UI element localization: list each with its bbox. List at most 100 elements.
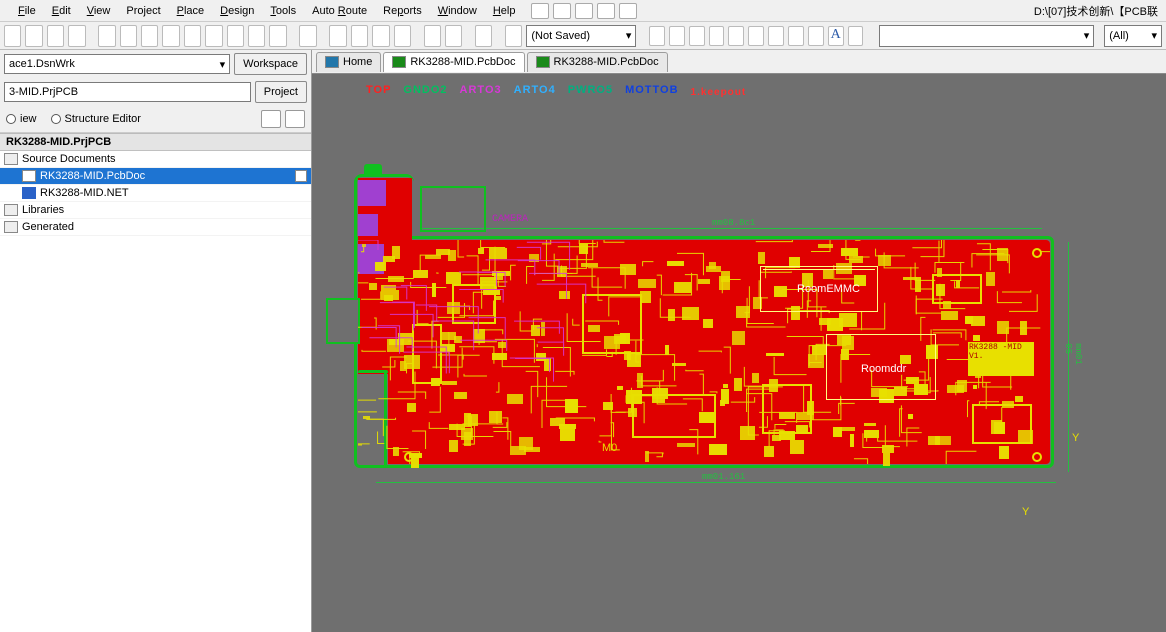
menu-reports[interactable]: Reports xyxy=(375,3,430,19)
radio-icon xyxy=(51,114,61,124)
layer-keep: 1.keepout xyxy=(691,87,747,98)
via-icon[interactable] xyxy=(728,26,744,46)
room-emmc-label: RoomEMMC xyxy=(797,283,860,295)
menu-window[interactable]: Window xyxy=(430,3,485,19)
tool-17-icon[interactable] xyxy=(394,25,411,47)
workspace-button[interactable]: Workspace xyxy=(234,53,307,75)
marker-m0: M0 xyxy=(602,442,617,454)
menu-autoroute[interactable]: Auto Route xyxy=(304,3,375,19)
doc-tab[interactable]: Home xyxy=(316,52,381,72)
layer-gnd: GNDO2 xyxy=(403,84,447,98)
radio-fileview[interactable]: iew xyxy=(6,113,37,125)
tree-item[interactable]: Libraries xyxy=(0,202,311,219)
dim-bottom-label: mm01.161 xyxy=(702,472,745,482)
toolbar: (Not Saved) ▾ A ▾ (All) ▾ xyxy=(0,22,1166,50)
pcb-icon xyxy=(536,56,550,68)
menu-help[interactable]: Help xyxy=(485,3,524,19)
filter-combo[interactable]: (All) ▾ xyxy=(1104,25,1162,47)
tool-15-icon[interactable] xyxy=(351,25,368,47)
project-button[interactable]: Project xyxy=(255,81,307,103)
filter-icon[interactable] xyxy=(531,3,549,19)
dim-top-label: mm08.8c1 xyxy=(712,218,755,228)
doc-tab-label: RK3288-MID.PcbDoc xyxy=(410,56,515,68)
tool-new-icon[interactable] xyxy=(4,25,21,47)
fill-icon[interactable] xyxy=(768,26,784,46)
tool-5-icon[interactable] xyxy=(98,25,115,47)
project-field[interactable]: 3-MID.PrjPCB xyxy=(4,82,251,102)
tool-13-icon[interactable] xyxy=(269,25,286,47)
dropdown1-icon[interactable] xyxy=(553,3,571,19)
tree-item-label: Libraries xyxy=(22,204,64,216)
rect-icon[interactable] xyxy=(808,26,824,46)
menu-place[interactable]: Place xyxy=(169,3,213,19)
project-value: 3-MID.PrjPCB xyxy=(9,86,78,98)
dropdown4-icon[interactable] xyxy=(619,3,637,19)
tool-14-icon[interactable] xyxy=(299,25,316,47)
filter-combo-text: (All) xyxy=(1109,30,1129,42)
doc-tab[interactable]: RK3288-MID.PcbDoc xyxy=(527,52,668,72)
menu-project[interactable]: Project xyxy=(118,3,168,19)
net-combo[interactable]: ▾ xyxy=(879,25,1094,47)
tool-9-icon[interactable] xyxy=(184,25,201,47)
poly-icon[interactable] xyxy=(788,26,804,46)
document-tabs: Home RK3288-MID.PcbDoc RK3288-MID.PcbDoc xyxy=(312,50,1166,74)
tree-item[interactable]: RK3288-MID.NET xyxy=(0,185,311,202)
tree-item[interactable]: Source Documents xyxy=(0,151,311,168)
tree-header[interactable]: RK3288-MID.PrjPCB xyxy=(0,134,311,151)
route-1-icon[interactable] xyxy=(649,26,665,46)
panel-btn1-icon[interactable] xyxy=(261,110,281,128)
tool-save-icon[interactable] xyxy=(47,25,64,47)
layer-art3: ARTO3 xyxy=(460,84,502,98)
chevron-down-icon: ▾ xyxy=(1151,29,1157,42)
tool-11-icon[interactable] xyxy=(227,25,244,47)
arc-icon[interactable] xyxy=(748,26,764,46)
pcb-canvas[interactable]: TOP GNDO2 ARTO3 ARTO4 PWRO5 MOTTOB 1.kee… xyxy=(312,74,1166,632)
layer-pwr: PWRO5 xyxy=(568,84,613,98)
menu-bar: File Edit View Project Place Design Tool… xyxy=(0,0,1166,22)
tool-redo-icon[interactable] xyxy=(445,25,462,47)
menu-extra-icons xyxy=(531,3,637,19)
saved-combo[interactable]: (Not Saved) ▾ xyxy=(526,25,636,47)
radio-structure[interactable]: Structure Editor xyxy=(51,113,141,125)
panel-btn2-icon[interactable] xyxy=(285,110,305,128)
text-icon[interactable]: A xyxy=(828,26,844,46)
menu-file[interactable]: File xyxy=(10,3,44,19)
tool-7-icon[interactable] xyxy=(141,25,158,47)
workspace-field[interactable]: ace1.DsnWrk ▾ xyxy=(4,54,230,74)
tool-addcomp-icon[interactable] xyxy=(329,25,346,47)
tool-undo-icon[interactable] xyxy=(424,25,441,47)
route-3-icon[interactable] xyxy=(689,26,705,46)
tool-highlight-icon[interactable] xyxy=(475,25,492,47)
saved-combo-text: (Not Saved) xyxy=(531,30,590,42)
tool-16-icon[interactable] xyxy=(372,25,389,47)
doc-tab[interactable]: RK3288-MID.PcbDoc xyxy=(383,52,524,72)
minus-icon xyxy=(4,153,18,165)
menu-view[interactable]: View xyxy=(79,3,119,19)
radio-fileview-label: iew xyxy=(20,113,37,125)
dropdown2-icon[interactable] xyxy=(575,3,593,19)
radio-icon xyxy=(6,114,16,124)
menu-edit[interactable]: Edit xyxy=(44,3,79,19)
menu-design[interactable]: Design xyxy=(212,3,262,19)
tree-item-label: Source Documents xyxy=(22,153,116,165)
project-tree[interactable]: RK3288-MID.PrjPCB Source Documents RK3288… xyxy=(0,133,311,632)
route-2-icon[interactable] xyxy=(669,26,685,46)
tree-item[interactable]: Generated xyxy=(0,219,311,236)
room-ddr: Roomddr xyxy=(826,334,936,400)
tool-print-icon[interactable] xyxy=(68,25,85,47)
menu-tools[interactable]: Tools xyxy=(262,3,304,19)
document-icon xyxy=(295,170,307,182)
tool-open-icon[interactable] xyxy=(25,25,42,47)
doc-tab-label: Home xyxy=(343,56,372,68)
tool-8-icon[interactable] xyxy=(162,25,179,47)
tool-browse-icon[interactable] xyxy=(505,25,522,47)
pad-icon[interactable] xyxy=(709,26,725,46)
tool-12-icon[interactable] xyxy=(248,25,265,47)
dropdown3-icon[interactable] xyxy=(597,3,615,19)
plus-icon xyxy=(4,204,18,216)
tool-10-icon[interactable] xyxy=(205,25,222,47)
comp-icon[interactable] xyxy=(848,26,864,46)
tool-6-icon[interactable] xyxy=(120,25,137,47)
tree-item[interactable]: RK3288-MID.PcbDoc xyxy=(0,168,311,185)
doc-tab-label: RK3288-MID.PcbDoc xyxy=(554,56,659,68)
